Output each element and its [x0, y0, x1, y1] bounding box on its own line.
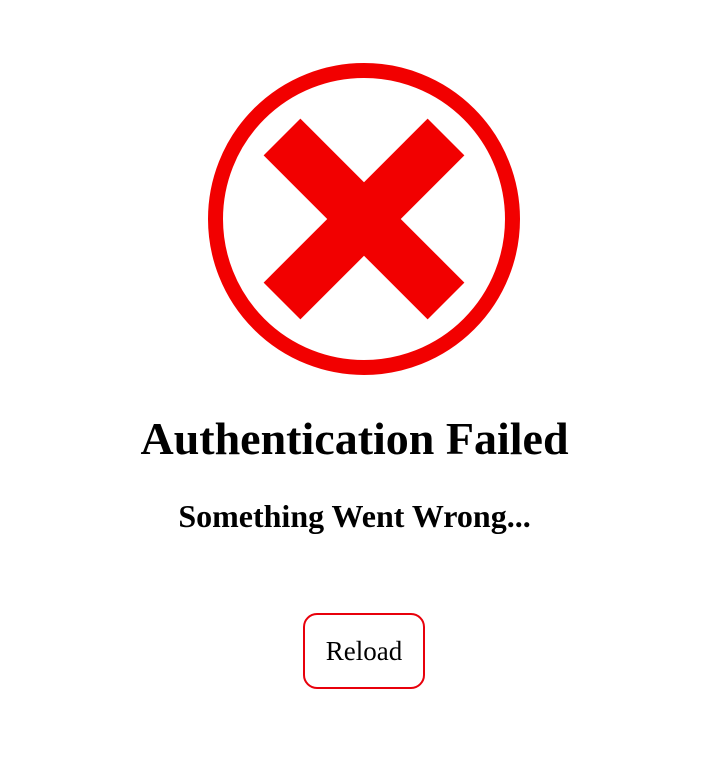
error-x-circle-icon [207, 62, 521, 376]
auth-failed-page: Authentication Failed Something Went Wro… [0, 0, 709, 766]
reload-button[interactable]: Reload [303, 613, 425, 689]
page-title: Authentication Failed [140, 413, 569, 464]
error-subtitle: Something Went Wrong... [178, 498, 531, 534]
error-x-mark [263, 118, 465, 320]
